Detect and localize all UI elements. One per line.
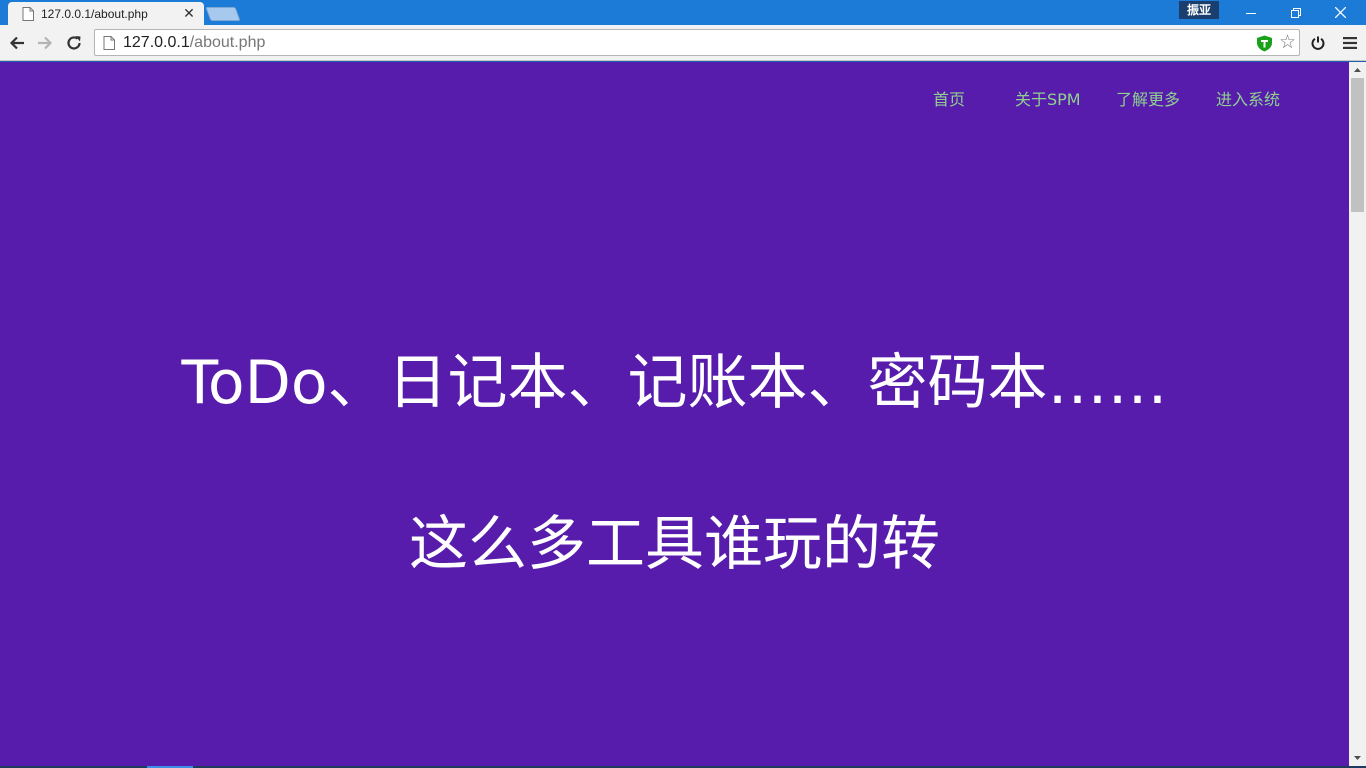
chevron-up-icon — [1354, 68, 1361, 72]
restore-button[interactable] — [1273, 0, 1318, 25]
profile-badge[interactable]: 振亚 — [1179, 1, 1219, 19]
nav-link-enter-system[interactable]: 进入系统 — [1216, 86, 1280, 110]
forward-button[interactable] — [33, 31, 57, 55]
nav-link-learn-more[interactable]: 了解更多 — [1116, 86, 1180, 110]
back-button[interactable] — [5, 31, 29, 55]
power-button[interactable] — [1306, 31, 1330, 55]
url-text[interactable]: 127.0.0.1/about.php — [123, 34, 265, 52]
back-arrow-icon — [9, 36, 24, 50]
new-tab-button[interactable] — [205, 7, 241, 21]
power-icon — [1311, 36, 1325, 50]
nav-link-about-spm[interactable]: 关于SPM — [1015, 86, 1081, 110]
star-icon[interactable]: ☆ — [1279, 32, 1296, 52]
url-host: 127.0.0.1 — [123, 33, 190, 51]
page-scrollbar[interactable] — [1349, 62, 1366, 766]
scroll-up-button[interactable] — [1349, 62, 1366, 78]
scrollbar-thumb[interactable] — [1351, 78, 1364, 212]
address-bar[interactable]: 127.0.0.1/about.php ☆ — [94, 29, 1300, 56]
chevron-down-icon — [1354, 756, 1361, 760]
scroll-down-button[interactable] — [1349, 750, 1366, 766]
browser-tab[interactable]: 127.0.0.1/about.php ✕ — [8, 2, 204, 25]
tab-close-icon[interactable]: ✕ — [182, 7, 196, 21]
url-path: /about.php — [189, 33, 266, 51]
shield-icon[interactable] — [1256, 35, 1273, 52]
close-icon — [1335, 7, 1346, 18]
restore-icon — [1290, 7, 1301, 18]
browser-titlebar: 127.0.0.1/about.php ✕ 振亚 — [0, 0, 1366, 25]
reload-icon — [67, 36, 81, 50]
hero-headline: ToDo、日记本、记账本、密码本…… — [181, 348, 1168, 418]
menu-button[interactable] — [1338, 31, 1362, 55]
nav-link-home[interactable]: 首页 — [933, 86, 965, 110]
minimize-icon — [1245, 12, 1256, 14]
page-icon — [103, 35, 115, 50]
reload-button[interactable] — [62, 31, 86, 55]
forward-arrow-icon — [38, 36, 53, 50]
site-nav: 首页 关于SPM 了解更多 进入系统 — [0, 62, 1349, 132]
hero-subheadline: 这么多工具谁玩的转 — [408, 509, 940, 578]
tab-title: 127.0.0.1/about.php — [41, 6, 148, 21]
window-close-button[interactable] — [1318, 0, 1363, 25]
browser-toolbar: 127.0.0.1/about.php ☆ — [0, 25, 1366, 61]
page-content: 首页 关于SPM 了解更多 进入系统 ToDo、日记本、记账本、密码本…… 这么… — [0, 62, 1349, 766]
hamburger-menu-icon — [1343, 37, 1357, 49]
minimize-button[interactable] — [1228, 0, 1273, 25]
page-icon — [22, 6, 34, 21]
